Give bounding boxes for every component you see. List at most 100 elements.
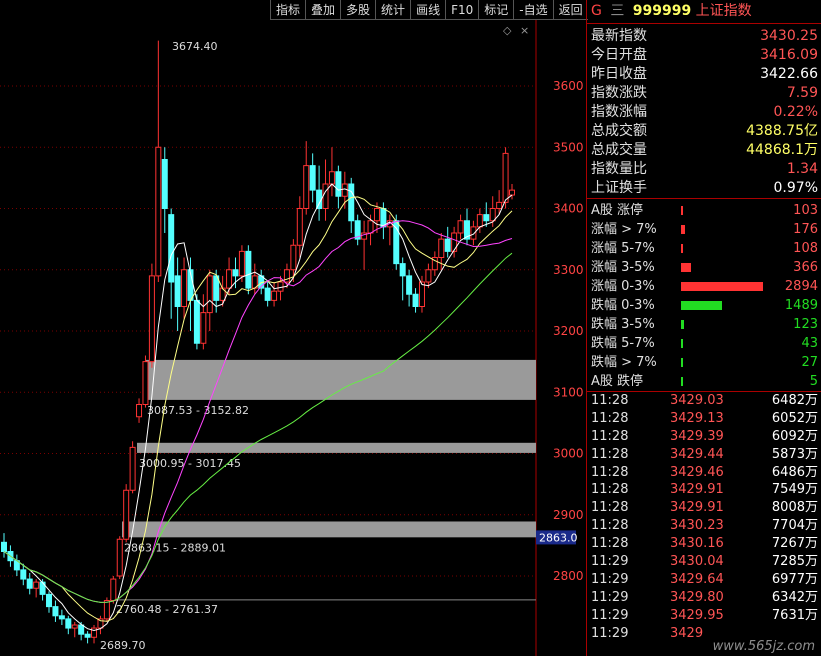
quote-panel: G 三 999999 上证指数 最新指数 3430.25 今日开盘 3416.09 昨日… bbox=[586, 0, 821, 656]
quote-label: 总成交量 bbox=[591, 142, 647, 158]
breadth-label: 涨幅 > 7% bbox=[591, 222, 657, 237]
support-zone bbox=[122, 521, 536, 538]
tick-time: 11:28 bbox=[591, 500, 629, 516]
tick-price: 3429.46 bbox=[670, 464, 724, 480]
breadth-bar bbox=[681, 282, 763, 291]
candle-body bbox=[1, 541, 7, 552]
breadth-row: A股 涨停 103 bbox=[587, 201, 821, 220]
tick-row: 11:28 3430.16 7267万 bbox=[587, 535, 821, 553]
candle-body bbox=[116, 538, 123, 577]
tick-row: 11:28 3429.91 8008万 bbox=[587, 499, 821, 517]
candle-body bbox=[502, 152, 509, 203]
candle-body bbox=[412, 293, 419, 307]
candle-body bbox=[399, 263, 406, 277]
breadth-bar bbox=[681, 263, 691, 272]
tick-list: 11:28 3429.03 6482万 11:28 3429.13 6052万 11:28 3… bbox=[587, 391, 821, 642]
breadth-value: 43 bbox=[801, 336, 818, 351]
candle-body bbox=[451, 232, 458, 252]
breadth-bar bbox=[681, 301, 722, 310]
breadth-row: 跌幅 5-7% 43 bbox=[587, 334, 821, 353]
diamond-icon[interactable]: ◇ bbox=[503, 24, 512, 37]
quote-value: 1.34 bbox=[786, 161, 818, 177]
breadth-row: 涨幅 0-3% 2894 bbox=[587, 277, 821, 296]
tick-row: 11:28 3429.13 6052万 bbox=[587, 410, 821, 428]
quote-label: 指数量比 bbox=[591, 161, 647, 177]
quote-value: 7.59 bbox=[786, 85, 818, 101]
breadth-label: A股 跌停 bbox=[591, 374, 644, 389]
candle-body bbox=[425, 269, 432, 283]
market-breadth: A股 涨停 103 涨幅 > 7% 176 涨幅 5-7% 108 涨幅 3-5% 366 涨幅… bbox=[587, 198, 821, 391]
candle-body bbox=[341, 183, 348, 197]
breadth-label: 涨幅 0-3% bbox=[591, 279, 655, 294]
breadth-row: A股 跌停 5 bbox=[587, 372, 821, 391]
tick-volume: 6486万 bbox=[771, 464, 818, 480]
breadth-value: 108 bbox=[793, 241, 818, 256]
toolbar-button-5[interactable]: F10 bbox=[445, 0, 479, 20]
quote-row: 今日开盘 3416.09 bbox=[587, 46, 821, 65]
toolbar-button-1[interactable]: 叠加 bbox=[305, 0, 341, 20]
menu-icon[interactable]: 三 bbox=[610, 3, 624, 19]
chart-toolbar: 指标 叠加 多股 统计 画线 F10 标记 -自选 返回 bbox=[270, 0, 588, 20]
close-icon[interactable]: × bbox=[520, 24, 529, 37]
breadth-bar bbox=[681, 358, 683, 367]
candle-body bbox=[155, 146, 162, 277]
candle-body bbox=[78, 624, 85, 635]
candle-body bbox=[238, 250, 245, 277]
tick-price: 3429.91 bbox=[670, 500, 724, 516]
toolbar-button-0[interactable]: 指标 bbox=[270, 0, 306, 20]
candle-body bbox=[206, 275, 213, 314]
tick-row: 11:28 3429.91 7549万 bbox=[587, 481, 821, 499]
breadth-bar bbox=[681, 339, 683, 348]
candle-body bbox=[367, 220, 374, 234]
candle-body bbox=[444, 238, 451, 252]
zone-label: 3000.95 - 3017.45 bbox=[139, 457, 241, 470]
stock-code: 999999 bbox=[632, 3, 692, 19]
tick-volume: 5873万 bbox=[771, 446, 818, 462]
candle-body bbox=[232, 269, 239, 277]
breadth-bar bbox=[681, 225, 685, 234]
toolbar-button-6[interactable]: 标记 bbox=[478, 0, 514, 20]
candle-body bbox=[110, 578, 117, 601]
quote-label: 指数涨幅 bbox=[591, 104, 647, 120]
candle-body bbox=[348, 183, 355, 222]
toolbar-button-2[interactable]: 多股 bbox=[340, 0, 376, 20]
candle-body bbox=[277, 281, 284, 292]
breadth-label: 涨幅 5-7% bbox=[591, 241, 655, 256]
toolbar-button-7[interactable]: -自选 bbox=[513, 0, 553, 20]
tick-time: 11:29 bbox=[591, 589, 629, 605]
tick-time: 11:29 bbox=[591, 571, 629, 587]
tick-price: 3429.91 bbox=[670, 482, 724, 498]
quote-label: 总成交额 bbox=[591, 123, 647, 139]
toolbar-button-3[interactable]: 统计 bbox=[375, 0, 411, 20]
tick-time: 11:28 bbox=[591, 464, 629, 480]
quote-label: 昨日收盘 bbox=[591, 66, 647, 82]
candle-body bbox=[46, 593, 53, 608]
watermark: www.565jz.com bbox=[712, 639, 815, 654]
y-tick-label: 2800 bbox=[553, 569, 584, 583]
candle-body bbox=[226, 269, 233, 289]
toolbar-button-4[interactable]: 画线 bbox=[410, 0, 446, 20]
candle-body bbox=[84, 633, 91, 638]
reference-label: 2760.48 - 2761.37 bbox=[116, 603, 218, 616]
quote-row: 指数涨幅 0.22% bbox=[587, 103, 821, 122]
candle-body bbox=[496, 201, 503, 209]
y-tick-label: 3400 bbox=[553, 202, 584, 216]
candle-body bbox=[91, 627, 98, 638]
candle-body bbox=[174, 275, 181, 307]
breadth-row: 跌幅 > 7% 27 bbox=[587, 353, 821, 372]
breadth-row: 涨幅 5-7% 108 bbox=[587, 239, 821, 258]
quote-value: 0.22% bbox=[773, 104, 818, 120]
tick-time: 11:29 bbox=[591, 625, 629, 641]
toolbar-button-8[interactable]: 返回 bbox=[552, 0, 588, 20]
quote-label: 指数涨跌 bbox=[591, 85, 647, 101]
kline-chart[interactable]: 2800 2900 3000 3100 3200 3300 3400 3500 3600 3087… bbox=[0, 0, 586, 656]
tick-volume: 7549万 bbox=[771, 482, 818, 498]
y-tick-label: 3100 bbox=[553, 385, 584, 399]
breadth-label: 跌幅 0-3% bbox=[591, 298, 655, 313]
tick-price: 3429.44 bbox=[670, 446, 724, 462]
tick-row: 11:29 3429.64 6977万 bbox=[587, 571, 821, 589]
market-badge: G bbox=[591, 3, 602, 19]
candle-body bbox=[193, 299, 200, 344]
breadth-bar bbox=[681, 377, 683, 386]
quote-label: 上证换手 bbox=[591, 180, 647, 196]
